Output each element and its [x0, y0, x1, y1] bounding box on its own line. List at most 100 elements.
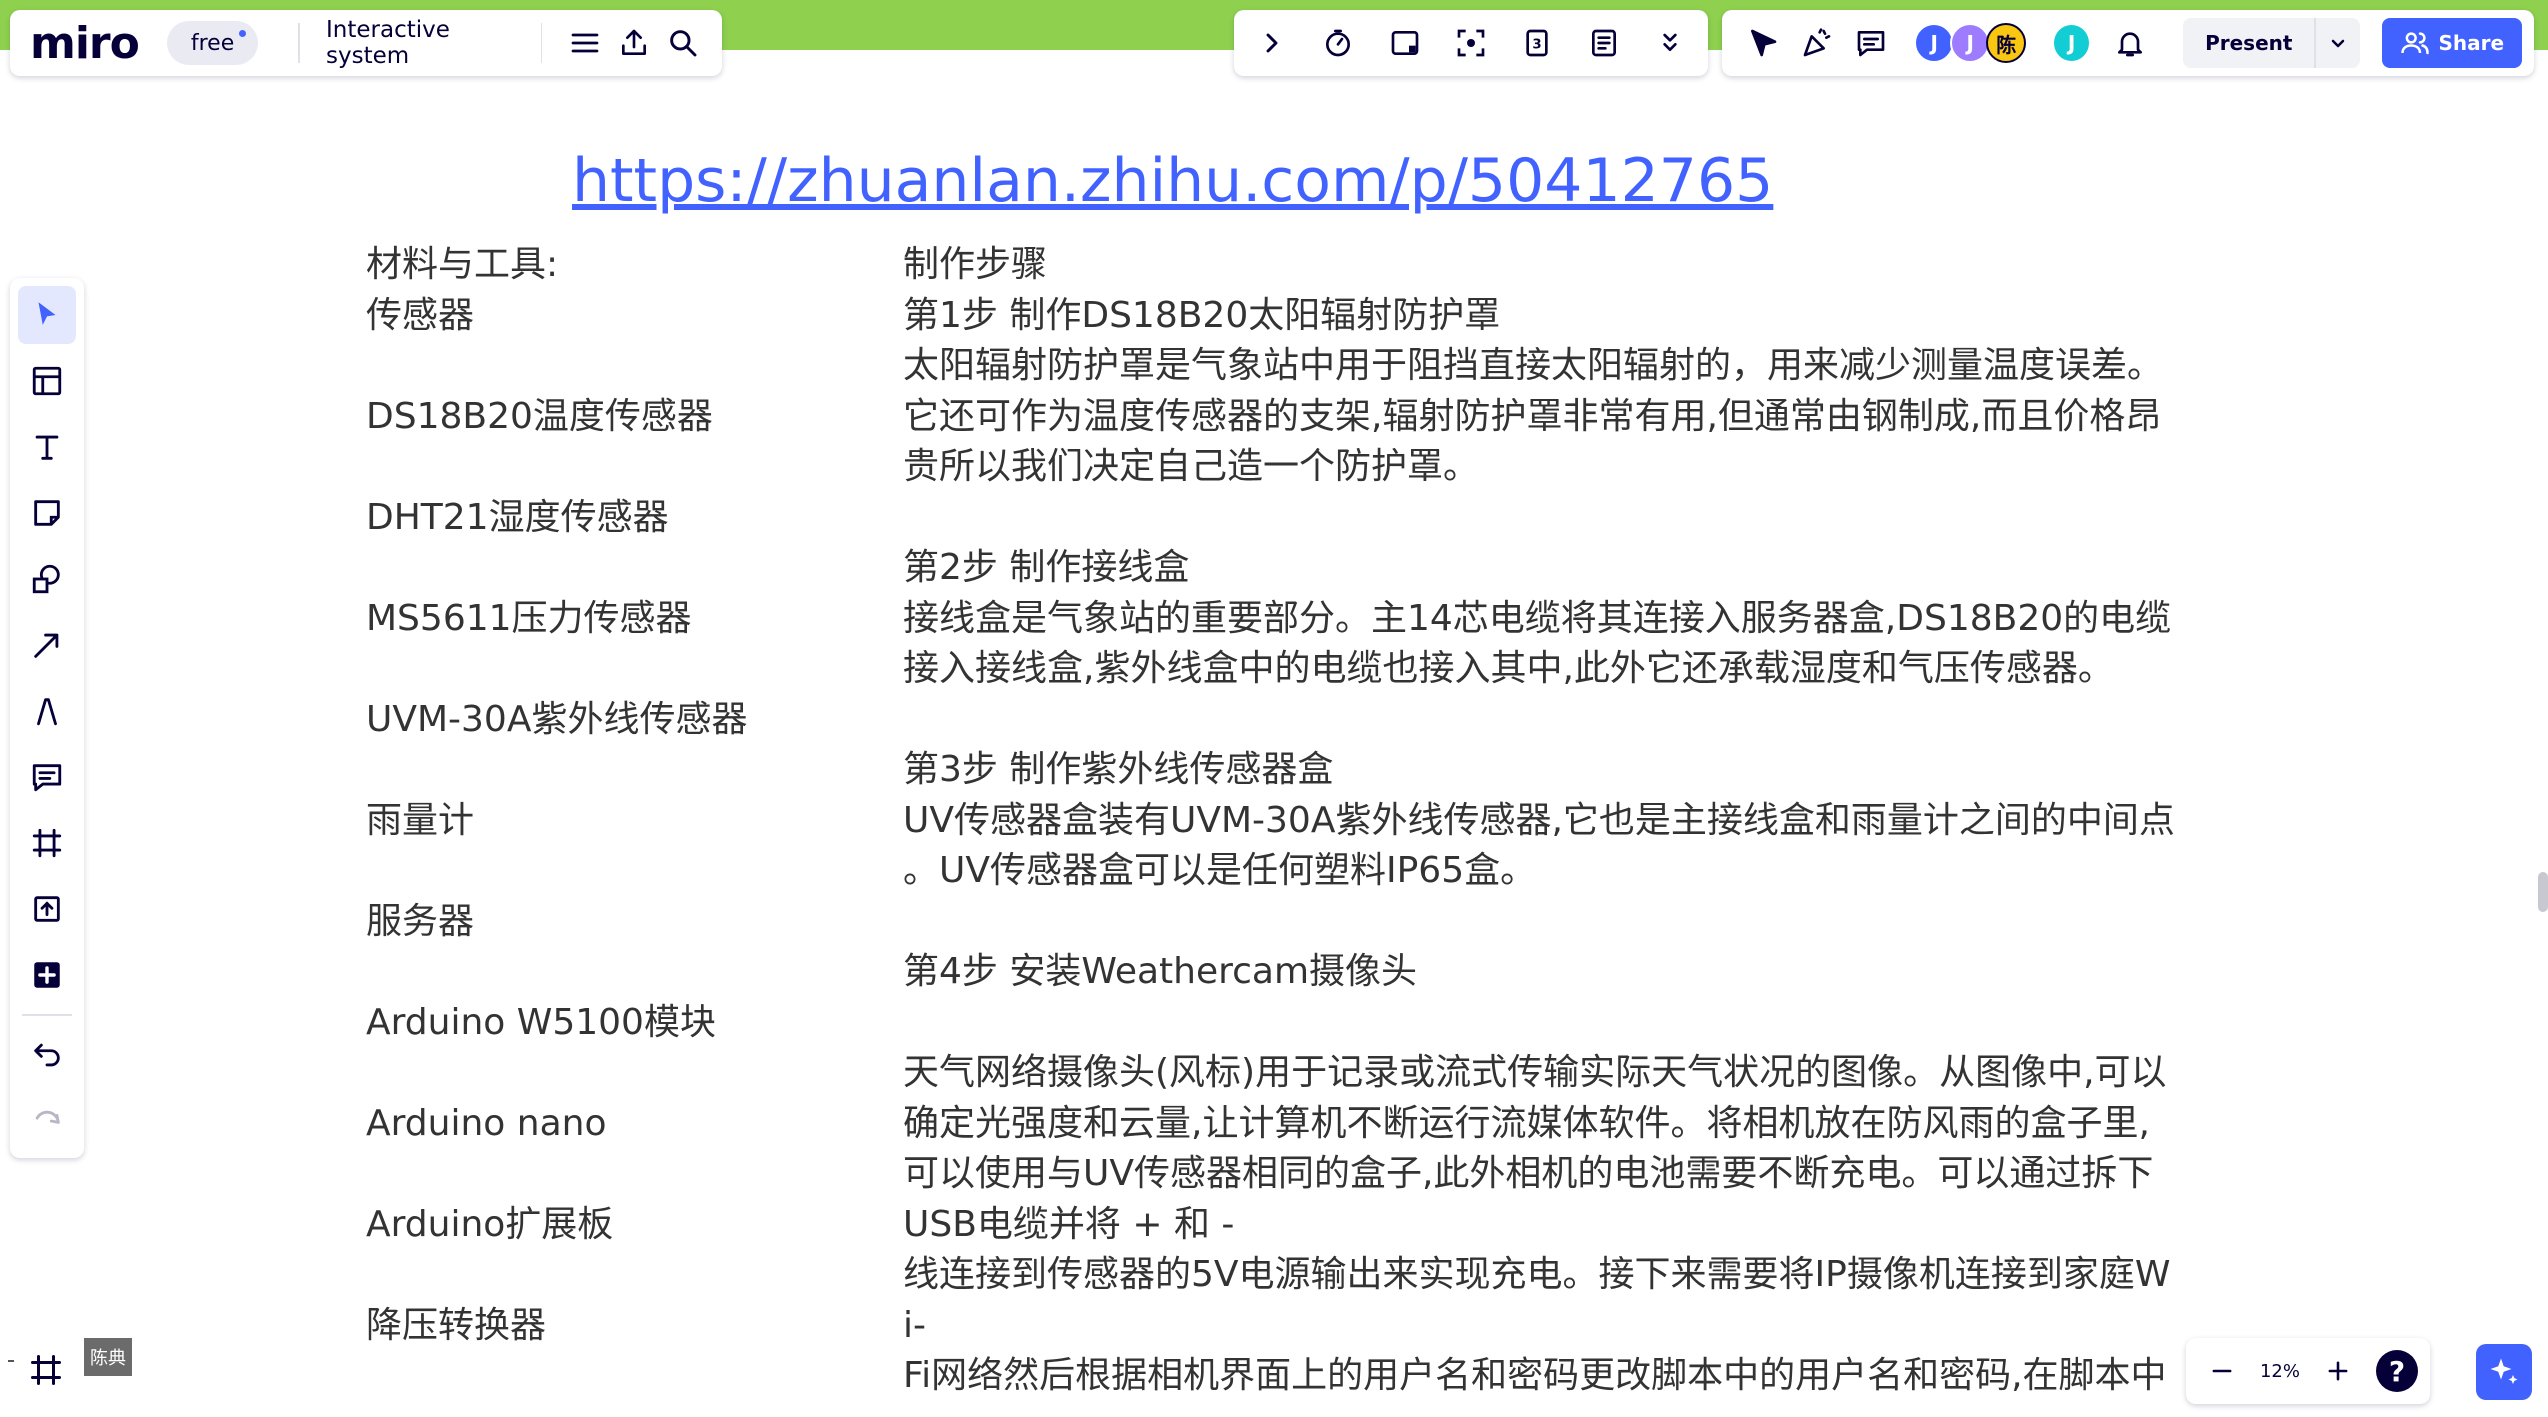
- divider: [298, 23, 301, 63]
- avatar[interactable]: J: [1914, 23, 1955, 63]
- frame-icon: [31, 1355, 61, 1385]
- steps-line: 线连接到传感器的5V电源输出来实现充电。接下来需要将IP摄像机连接到家庭W: [903, 1254, 2171, 1295]
- avatar[interactable]: 陈: [1986, 23, 2027, 63]
- avatar[interactable]: J: [1950, 23, 1991, 63]
- materials-line: 服务器: [366, 900, 475, 942]
- materials-line: 传感器: [366, 294, 475, 336]
- materials-line: [366, 1250, 866, 1301]
- menu-button[interactable]: [560, 15, 609, 71]
- zoom-level[interactable]: 12%: [2260, 1361, 2300, 1382]
- reactions-button[interactable]: [1790, 15, 1844, 71]
- notifications-button[interactable]: [2103, 15, 2157, 71]
- timer-button[interactable]: [1310, 15, 1366, 71]
- search-button[interactable]: [659, 15, 708, 71]
- collaborator-avatars[interactable]: J J 陈: [1914, 23, 2027, 63]
- steps-line: Fi网络然后根据相机界面上的用户名和密码更改脚本中的用户名和密码,在脚本中: [903, 1355, 2167, 1396]
- materials-line: [366, 846, 866, 897]
- upload-tool[interactable]: [18, 880, 76, 938]
- sparkle-icon: [2490, 1358, 2518, 1384]
- chevron-down-icon: [2332, 39, 2345, 48]
- select-tool[interactable]: [18, 286, 76, 344]
- steps-line: 。UV传感器盒可以是任何塑料IP65盒。: [903, 850, 1537, 891]
- plan-badge-dot: [239, 30, 247, 37]
- toolbar-divider: [22, 1014, 72, 1016]
- bell-icon: [2118, 32, 2143, 57]
- board-link-text[interactable]: https://zhuanlan.zhihu.com/p/50412765: [572, 146, 1773, 216]
- materials-line: MS5611压力传感器: [366, 597, 692, 639]
- plus-icon: [2328, 1361, 2348, 1381]
- collaboration-panel: J J 陈 J Present Share: [1722, 10, 2534, 76]
- shapes-icon: [32, 564, 60, 594]
- share-button[interactable]: Share: [2382, 18, 2523, 68]
- materials-line: [366, 745, 866, 796]
- frame-tool[interactable]: [18, 814, 76, 872]
- divider: [540, 23, 543, 63]
- steps-line: [903, 998, 2165, 1049]
- comment-icon: [32, 764, 62, 792]
- document-icon: [1591, 29, 1616, 57]
- vote-card-icon: [1391, 31, 1418, 55]
- chevron-right-icon: [1266, 33, 1278, 53]
- focus-frame-icon: [1457, 29, 1485, 57]
- voting-button[interactable]: [1377, 15, 1433, 71]
- steps-line: 太阳辐射防护罩是气象站中用于阻挡直接太阳辐射的，用来减少测量温度误差。: [903, 345, 2164, 386]
- steps-line: [903, 493, 2165, 544]
- frames-panel-button[interactable]: [16, 1340, 76, 1400]
- zoom-in-button[interactable]: [2314, 1347, 2362, 1395]
- collapse-button[interactable]: [1244, 15, 1300, 71]
- focus-button[interactable]: [1443, 15, 1499, 71]
- more-tools-button[interactable]: [1642, 15, 1698, 71]
- materials-line: [366, 341, 866, 392]
- ai-assistant-button[interactable]: [2476, 1344, 2532, 1400]
- counter-button[interactable]: 3: [1509, 15, 1565, 71]
- arrow-icon: [34, 633, 59, 658]
- comment-tool[interactable]: [18, 748, 76, 806]
- self-avatar[interactable]: J: [2052, 23, 2091, 63]
- notes-button[interactable]: [1576, 15, 1632, 71]
- party-popper-icon: [1803, 28, 1831, 57]
- redo-button[interactable]: [18, 1092, 76, 1150]
- present-button[interactable]: Present: [2183, 18, 2361, 68]
- counter-icon: 3: [1526, 29, 1548, 57]
- help-button[interactable]: ?: [2375, 1350, 2418, 1392]
- connector-tool[interactable]: [18, 616, 76, 674]
- pen-tool[interactable]: [18, 682, 76, 740]
- present-options-button[interactable]: [2314, 18, 2360, 68]
- bring-everyone-button[interactable]: [1736, 15, 1790, 71]
- sticky-note-tool[interactable]: [18, 484, 76, 542]
- materials-line: [366, 644, 866, 695]
- materials-line: [366, 947, 866, 998]
- collaborator-cursor: [8, 1360, 14, 1362]
- vertical-scrollbar[interactable]: [2538, 872, 2548, 912]
- steps-line: 确定光强度和云量,让计算机不断运行流媒体软件。将相机放在防风雨的盒子里,: [903, 1102, 2150, 1144]
- materials-line: [366, 543, 866, 594]
- steps-line: 第1步 制作DS18B20太阳辐射防护罩: [903, 294, 1501, 336]
- steps-line: 第3步 制作紫外线传感器盒: [903, 749, 1334, 790]
- steps-line: 天气网络摄像头(风标)用于记录或流式传输实际天气状况的图像。从图像中,可以: [903, 1052, 2167, 1093]
- shapes-tool[interactable]: [18, 550, 76, 608]
- templates-tool[interactable]: [18, 352, 76, 410]
- steps-line: 它还可作为温度传感器的支架,辐射防护罩非常有用,但通常由钢制成,而且价格昂: [903, 395, 2162, 437]
- board-title[interactable]: Interactive system: [318, 17, 523, 69]
- text-icon: [35, 435, 59, 460]
- more-apps-tool[interactable]: [18, 946, 76, 1004]
- steps-line: 制作步骤: [903, 244, 1048, 285]
- comments-button[interactable]: [1844, 15, 1898, 71]
- plan-badge[interactable]: free: [166, 21, 259, 65]
- steps-text-block[interactable]: 制作步骤 第1步 制作DS18B20太阳辐射防护罩 太阳辐射防护罩是气象站中用于…: [903, 240, 2175, 1402]
- steps-line: [903, 897, 2165, 948]
- undo-icon: [34, 1043, 60, 1067]
- comment-icon: [1857, 31, 1885, 57]
- materials-line: 降压转换器: [366, 1304, 547, 1346]
- steps-line: 接线盒是气象站的重要部分。主14芯电缆将其连接入服务器盒,DS18B20的电缆: [903, 597, 2172, 639]
- undo-button[interactable]: [18, 1026, 76, 1084]
- materials-text-block[interactable]: 材料与工具: 传感器 DS18B20温度传感器 DHT21湿度传感器 MS561…: [366, 240, 866, 1351]
- upload-icon: [34, 896, 60, 922]
- zoom-out-button[interactable]: [2198, 1347, 2246, 1395]
- steps-line: i-: [903, 1304, 926, 1346]
- frame-icon: [32, 828, 62, 858]
- text-tool[interactable]: [18, 418, 76, 476]
- miro-logo[interactable]: miro: [30, 18, 140, 69]
- export-button[interactable]: [610, 15, 659, 71]
- materials-line: [366, 1048, 866, 1099]
